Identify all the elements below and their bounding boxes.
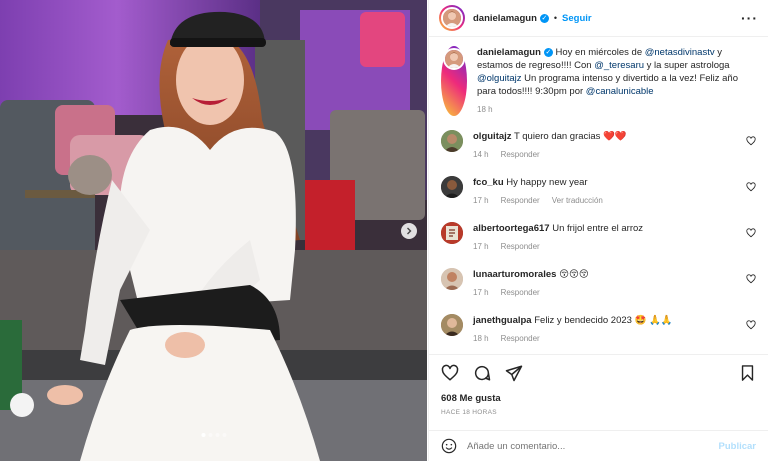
caption-text: Hoy en miércoles de — [555, 47, 645, 58]
carousel-next-button[interactable] — [401, 223, 417, 239]
send-icon[interactable] — [505, 364, 523, 382]
reply-button[interactable]: Responder — [501, 242, 540, 251]
post-image — [0, 0, 427, 461]
comment-time: 18 h — [473, 334, 489, 343]
likes-count[interactable]: 608 Me gusta — [441, 393, 756, 404]
carousel-dot — [222, 433, 226, 437]
carousel-indicator — [201, 433, 226, 437]
reply-button[interactable]: Responder — [501, 150, 540, 159]
comment-text: T quiero dan gracias ❤️❤️ — [514, 131, 627, 142]
comment-time: 17 h — [473, 242, 489, 251]
comment-text: 😚😚😚 — [559, 269, 589, 280]
author-avatar[interactable] — [439, 5, 465, 31]
chevron-right-icon — [407, 227, 412, 235]
post-actions: 608 Me gusta HACE 18 HORAS — [429, 354, 768, 416]
comment-username[interactable]: lunaarturomorales — [473, 269, 556, 280]
emoji-icon[interactable] — [441, 438, 457, 454]
avatar — [443, 9, 461, 27]
post-caption: danielamagun ✓ Hoy en miércoles de @netas… — [441, 38, 756, 116]
mention-link[interactable]: @canalunicable — [586, 86, 654, 97]
avatar — [445, 50, 463, 68]
carousel-dot — [201, 433, 205, 437]
comment-item: lunaarturomorales 😚😚😚 17 h Responder — [441, 268, 756, 299]
avatar[interactable] — [441, 176, 463, 198]
comment-like-icon[interactable] — [746, 182, 756, 192]
mention-link[interactable]: @_teresaru — [594, 60, 644, 71]
avatar[interactable] — [441, 130, 463, 152]
comment-item: olguitajz T quiero dan gracias ❤️❤️ 14 h… — [441, 130, 756, 161]
avatar[interactable] — [441, 222, 463, 244]
reply-button[interactable]: Responder — [501, 196, 540, 205]
comment-time: 17 h — [473, 196, 489, 205]
reply-button[interactable]: Responder — [501, 334, 540, 343]
comment-like-icon[interactable] — [746, 274, 756, 284]
comments-list[interactable]: danielamagun ✓ Hoy en miércoles de @netas… — [429, 38, 768, 354]
comment-username[interactable]: olguitajz — [473, 131, 512, 142]
add-comment-bar: Publicar — [429, 430, 768, 461]
avatar[interactable] — [441, 268, 463, 290]
comment-like-icon[interactable] — [746, 320, 756, 330]
comment-time: 14 h — [473, 150, 489, 159]
post-details-panel: danielamagun ✓ • Seguir ··· danielamagun… — [428, 0, 768, 461]
comment-input[interactable] — [467, 440, 719, 452]
post-photo[interactable] — [0, 0, 427, 461]
avatar[interactable] — [441, 314, 463, 336]
separator-dot: • — [553, 13, 558, 23]
carousel-dot — [215, 433, 219, 437]
comment-time: 17 h — [473, 288, 489, 297]
comment-like-icon[interactable] — [746, 228, 756, 238]
author-username[interactable]: danielamagun — [473, 13, 537, 24]
follow-button[interactable]: Seguir — [562, 13, 592, 24]
more-options-icon[interactable]: ··· — [741, 10, 758, 26]
post-comment-button[interactable]: Publicar — [719, 441, 757, 452]
comment-item: fco_ku Hy happy new year 17 h Responder Ve… — [441, 176, 756, 207]
comment-item: janethgualpa Feliz y bendecido 2023 🤩 🙏🙏… — [441, 314, 756, 345]
comment-like-icon[interactable] — [746, 136, 756, 146]
caption-text: y la super astrologa — [644, 60, 730, 71]
comment-username[interactable]: fco_ku — [473, 177, 504, 188]
post-timestamp: HACE 18 HORAS — [441, 409, 497, 416]
comment-text: Un frijol entre el arroz — [552, 223, 644, 234]
comment-item: albertoortega617 Un frijol entre el arro… — [441, 222, 756, 253]
carousel-dot — [208, 433, 212, 437]
comment-text: Hy happy new year — [506, 177, 588, 188]
post-header: danielamagun ✓ • Seguir ··· — [429, 0, 768, 37]
comment-icon[interactable] — [473, 364, 491, 382]
verified-badge-icon: ✓ — [539, 13, 549, 23]
heart-icon[interactable] — [441, 364, 459, 382]
caption-username[interactable]: danielamagun — [477, 47, 541, 58]
verified-badge-icon: ✓ — [543, 47, 553, 57]
caption-time: 18 h — [477, 105, 493, 114]
reply-button[interactable]: Responder — [501, 288, 540, 297]
mention-link[interactable]: @netasdivinastv — [645, 47, 715, 58]
comment-text: Feliz y bendecido 2023 🤩 🙏🙏 — [534, 315, 673, 326]
comment-username[interactable]: janethgualpa — [473, 315, 532, 326]
bookmark-icon[interactable] — [739, 364, 756, 382]
mention-link[interactable]: @olguitajz — [477, 73, 522, 84]
translate-link[interactable]: Ver traducción — [552, 196, 603, 205]
comment-username[interactable]: albertoortega617 — [473, 223, 550, 234]
caption-avatar[interactable] — [441, 46, 467, 116]
